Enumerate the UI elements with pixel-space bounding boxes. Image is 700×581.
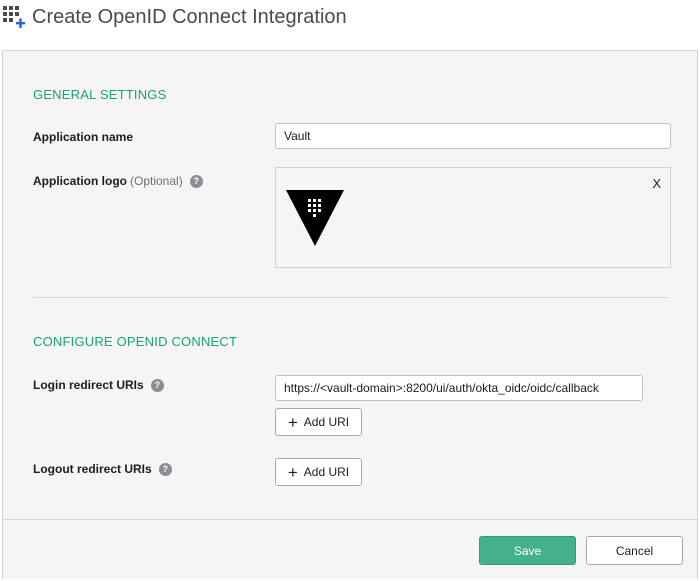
page-title: Create OpenID Connect Integration: [32, 6, 347, 28]
save-button[interactable]: Save: [479, 536, 576, 565]
application-name-label: Application name: [33, 130, 133, 144]
section-divider: [33, 297, 669, 298]
grid-plus-icon: [3, 6, 25, 28]
add-uri-label: Add URI: [303, 465, 350, 479]
general-settings-heading: GENERAL SETTINGS: [33, 87, 167, 102]
application-logo-label-text: Application logo: [33, 174, 127, 188]
add-logout-uri-button[interactable]: + Add URI: [275, 458, 362, 486]
application-name-input[interactable]: [275, 123, 671, 149]
help-icon[interactable]: ?: [189, 174, 203, 188]
logout-redirect-label-text: Logout redirect URIs: [33, 462, 152, 476]
page-header: Create OpenID Connect Integration: [0, 0, 700, 36]
add-uri-label: Add URI: [303, 415, 350, 429]
help-icon[interactable]: ?: [158, 462, 172, 476]
plus-icon: +: [287, 462, 298, 482]
application-logo-label: Application logo (Optional) ?: [33, 174, 203, 188]
configure-openid-heading: CONFIGURE OPENID CONNECT: [33, 334, 238, 349]
help-icon[interactable]: ?: [150, 378, 164, 392]
login-redirect-label-text: Login redirect URIs: [33, 378, 144, 392]
plus-icon: +: [287, 412, 298, 432]
remove-logo-button[interactable]: X: [652, 176, 661, 191]
integration-form-panel: GENERAL SETTINGS Application name Applic…: [2, 50, 698, 579]
form-footer: Save Cancel: [3, 519, 697, 579]
add-login-uri-button[interactable]: + Add URI: [275, 408, 362, 436]
cancel-button[interactable]: Cancel: [586, 536, 683, 565]
login-redirect-label: Login redirect URIs ?: [33, 378, 164, 392]
vault-logo-icon: [286, 190, 344, 246]
login-redirect-uri-input[interactable]: [275, 375, 643, 401]
logout-redirect-label: Logout redirect URIs ?: [33, 462, 172, 476]
application-name-label-text: Application name: [33, 130, 134, 144]
application-logo-preview[interactable]: X: [275, 167, 671, 268]
optional-tag: (Optional): [130, 174, 183, 188]
